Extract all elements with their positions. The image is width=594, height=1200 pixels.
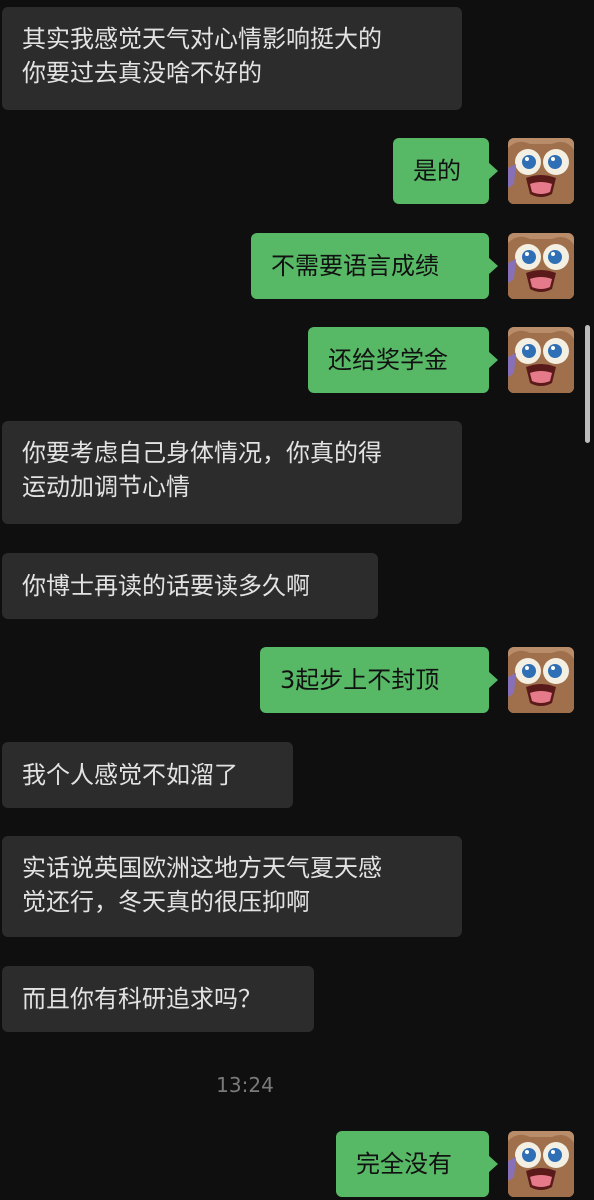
user-avatar-icon[interactable] [508, 327, 574, 393]
outgoing-message-bubble[interactable]: 不需要语言成绩 [251, 233, 498, 299]
outgoing-message-bubble[interactable]: 3起步上不封顶 [260, 647, 498, 713]
user-avatar-icon[interactable] [508, 233, 574, 299]
outgoing-message-bubble[interactable]: 还给奖学金 [308, 327, 498, 393]
incoming-message-bubble[interactable]: 你要考虑自己身体情况，你真的得 运动加调节心情 [2, 421, 462, 524]
user-avatar-icon[interactable] [508, 138, 574, 204]
outgoing-message-bubble[interactable]: 是的 [393, 138, 498, 204]
scrollbar-thumb[interactable] [585, 325, 590, 443]
incoming-message-bubble[interactable]: 你博士再读的话要读多久啊 [2, 553, 378, 619]
message-timestamp: 13:24 [216, 1073, 274, 1097]
user-avatar-icon[interactable] [508, 647, 574, 713]
chat-message-list[interactable]: 其实我感觉天气对心情影响挺大的 你要过去真没啥不好的 是的 不需要语言成绩 还给… [0, 0, 594, 1200]
incoming-message-bubble[interactable]: 实话说英国欧洲这地方天气夏天感 觉还行，冬天真的很压抑啊 [2, 836, 462, 937]
incoming-message-bubble[interactable]: 我个人感觉不如溜了 [2, 742, 293, 808]
incoming-message-bubble[interactable]: 而且你有科研追求吗？ [2, 966, 314, 1032]
incoming-message-bubble[interactable]: 其实我感觉天气对心情影响挺大的 你要过去真没啥不好的 [2, 7, 462, 110]
outgoing-message-bubble[interactable]: 完全没有 [336, 1131, 498, 1197]
user-avatar-icon[interactable] [508, 1131, 574, 1197]
